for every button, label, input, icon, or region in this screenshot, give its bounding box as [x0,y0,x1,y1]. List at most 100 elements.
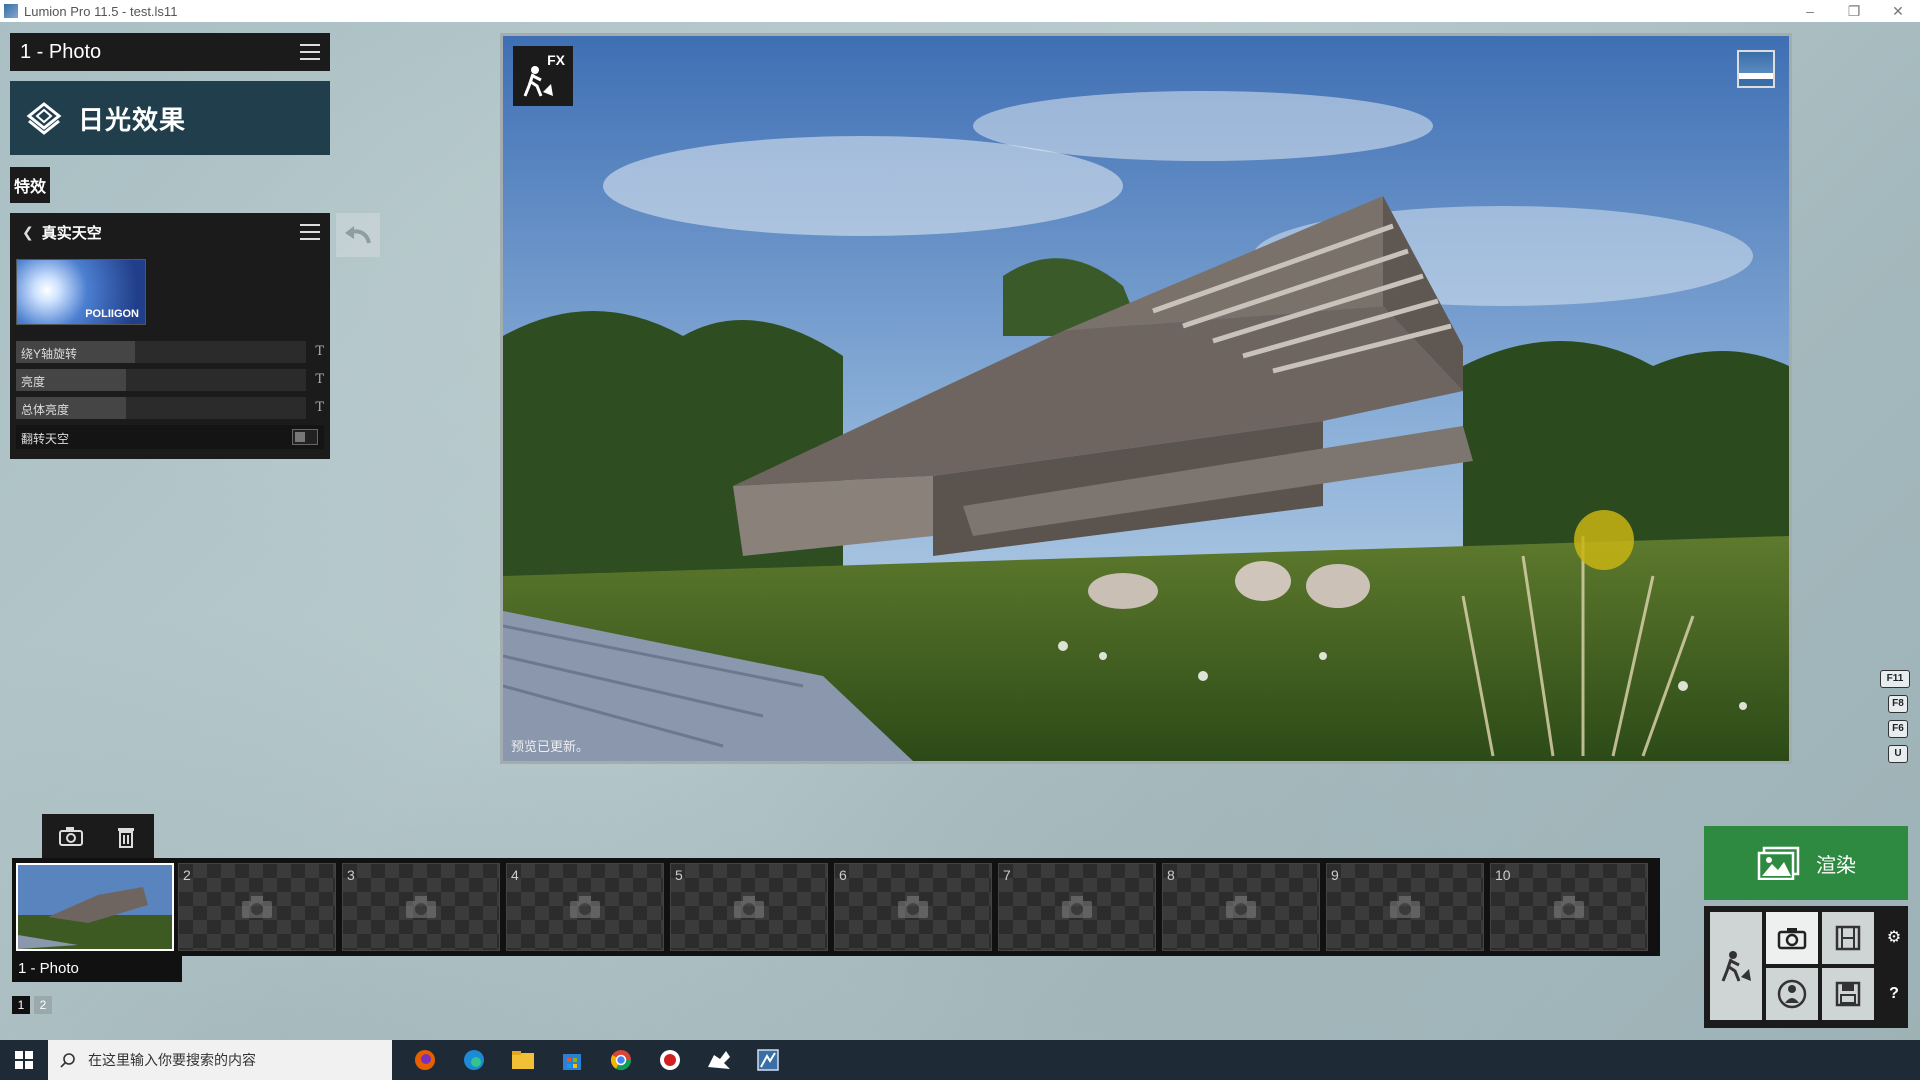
camera-add-icon[interactable] [58,825,84,847]
hotkey-f11[interactable]: F11 [1880,670,1910,688]
chevron-left-icon[interactable]: ❮ [22,224,34,241]
filmstrip-pager: 1 2 [12,996,56,1014]
render-label: 渲染 [1816,854,1856,877]
slot-number: 8 [1167,867,1175,883]
photo-title: 1 - Photo [20,40,102,63]
camera-icon [242,896,272,918]
sky-preview-toggle[interactable] [1737,50,1775,88]
flip-sky-toggle[interactable] [292,429,318,445]
undo-button[interactable] [336,213,380,257]
camera-icon [1554,896,1584,918]
file-explorer-icon[interactable] [498,1040,547,1080]
walker-icon [1721,951,1751,982]
text-input-icon[interactable]: T [315,400,324,415]
fx-label: FX [547,52,565,68]
save-icon [1835,981,1861,1007]
slot-number: 10 [1495,867,1511,883]
render-viewport[interactable]: FX 预览已更新。 [500,33,1792,764]
panorama-person-icon [1777,979,1807,1009]
sky-menu-icon[interactable] [300,224,320,240]
slot-number: 3 [347,867,355,883]
rhino-icon[interactable] [694,1040,743,1080]
menu-icon[interactable] [300,44,320,60]
photo-mode-button[interactable] [1766,912,1818,964]
store-icon[interactable] [547,1040,596,1080]
slider-y-rotation[interactable]: 绕Y轴旋转 T [16,341,324,363]
camera-icon [406,896,436,918]
camera-icon [898,896,928,918]
slider-overall-brightness[interactable]: 总体亮度 T [16,397,324,419]
search-icon [60,1053,75,1068]
page-button-1[interactable]: 1 [12,996,30,1014]
camera-icon [734,896,764,918]
photo-slot[interactable]: 2 [178,863,336,951]
slot-number: 5 [675,867,683,883]
trash-icon[interactable] [115,823,139,849]
picture-icon [1757,846,1800,880]
hotkey-f6[interactable]: F6 [1888,720,1908,738]
build-mode-button[interactable] [1710,912,1762,1020]
film-icon [1835,925,1861,951]
gear-icon[interactable]: ⚙ [1884,928,1904,948]
restore-button[interactable]: ❐ [1832,0,1876,22]
close-button[interactable]: ✕ [1876,0,1920,22]
chrome-icon[interactable] [596,1040,645,1080]
panorama-mode-button[interactable] [1766,968,1818,1020]
recorder-icon[interactable] [645,1040,694,1080]
photo-slot[interactable]: 3 [342,863,500,951]
lumion-taskbar-icon[interactable] [743,1040,792,1080]
slot-number: 2 [183,867,191,883]
camera-icon [1777,928,1807,950]
photo-slot[interactable]: 5 [670,863,828,951]
flip-sky-row[interactable]: 翻转天空 [16,425,324,449]
start-button[interactable] [0,1040,48,1080]
sky-panel-header[interactable]: ❮ 真实天空 [10,213,330,251]
sky-thumbnail[interactable]: POLIIGON [16,259,146,325]
sky-panel-title: 真实天空 [41,224,102,242]
camera-icon [1226,896,1256,918]
poliigon-watermark: POLIIGON [85,308,139,320]
edge-icon[interactable] [449,1040,498,1080]
slider-label: 亮度 [21,375,46,389]
photo-slot[interactable]: 10 [1490,863,1648,951]
hotkey-f8[interactable]: F8 [1888,695,1908,713]
minimize-button[interactable]: – [1788,0,1832,22]
photo-slot-active[interactable] [16,863,174,951]
active-photo-thumbnail [18,865,172,949]
page-button-2[interactable]: 2 [34,996,52,1014]
window-titlebar: Lumion Pro 11.5 - test.ls11 – ❐ ✕ [0,0,1920,22]
text-input-icon[interactable]: T [315,372,324,387]
camera-icon [570,896,600,918]
effect-banner[interactable]: 日光效果 [10,81,330,155]
firefox-icon[interactable] [400,1040,449,1080]
fx-person-button[interactable]: FX [513,46,573,106]
tab-effects[interactable]: 特效 [10,167,50,203]
slot-number: 9 [1331,867,1339,883]
photo-slot[interactable]: 8 [1162,863,1320,951]
photo-slot[interactable]: 9 [1326,863,1484,951]
slot-number: 7 [1003,867,1011,883]
walker-icon [523,66,553,97]
help-icon[interactable]: ? [1884,984,1904,1004]
save-button[interactable] [1822,968,1874,1020]
active-photo-label: 1 - Photo [12,956,182,982]
photo-header[interactable]: 1 - Photo [10,33,330,71]
hotkey-badges: F11 F8 F6 U [1880,670,1910,770]
window-title: Lumion Pro 11.5 - test.ls11 [24,3,178,19]
photo-slot[interactable]: 7 [998,863,1156,951]
render-button[interactable]: 渲染 [1704,826,1908,900]
undo-icon [345,226,371,244]
movie-mode-button[interactable] [1822,912,1874,964]
slot-number: 4 [511,867,519,883]
slider-track[interactable] [16,369,306,391]
window-controls: – ❐ ✕ [1788,0,1920,22]
text-input-icon[interactable]: T [315,344,324,359]
windows-taskbar: 在这里输入你要搜索的内容 [0,1040,1920,1080]
hotkey-u[interactable]: U [1888,745,1908,763]
photo-slot[interactable]: 6 [834,863,992,951]
slider-label: 绕Y轴旋转 [21,347,78,361]
photo-slot[interactable]: 4 [506,863,664,951]
slider-brightness[interactable]: 亮度 T [16,369,324,391]
taskbar-search[interactable]: 在这里输入你要搜索的内容 [48,1040,392,1080]
real-sky-panel: ❮ 真实天空 POLIIGON 绕Y轴旋转 T 亮度 T 总体亮度 T 翻转天空 [10,213,330,459]
